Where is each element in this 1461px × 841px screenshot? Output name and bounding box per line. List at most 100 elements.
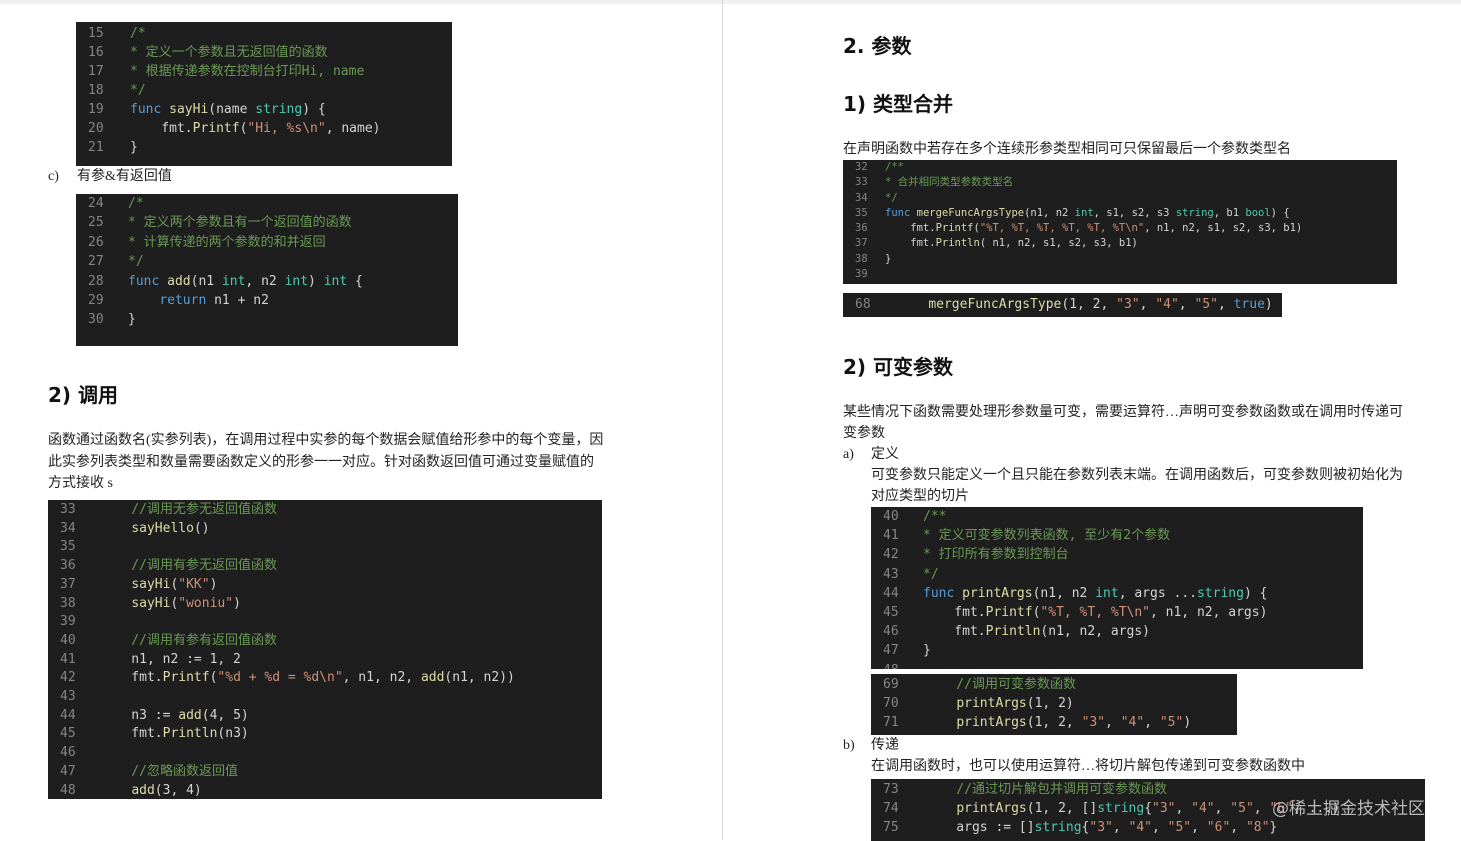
code-line: 28 func add(n1 int, n2 int) int { [76,272,458,291]
code-text: } [128,312,136,328]
code-line: 42 fmt.Printf("%d + %d = %d\n", n1, n2, … [48,669,602,688]
line-number: 28 [88,273,104,289]
list-item-a: a) 定义 [843,444,899,465]
line-number: 44 [60,707,76,723]
code-text: fmt.Println( n1, n2, s1, s2, s3, b1) [885,237,1138,250]
code-text: /* [130,26,146,41]
code-block-merge-call: 68 mergeFuncArgsType(1, 2, "3", "4", "5"… [843,293,1282,317]
line-number: 41 [60,651,76,667]
code-line: 44 n3 := add(4, 5) [48,707,602,726]
code-block-printargs-call: 69 //调用可变参数函数 70 printArgs(1, 2) 71 printA… [871,674,1237,735]
paragraph-merge: 在声明函数中若存在多个连续形参类型相同可只保留最后一个参数类型名 [843,142,1291,157]
code-line: 18 */ [76,81,452,100]
code-text: mergeFuncArgsType(1, 2, "3", "4", "5", t… [928,297,1273,312]
code-line: 27 */ [76,252,458,271]
line-number: 30 [88,312,104,328]
code-text: */ [128,254,144,270]
line-number: 40 [60,632,76,648]
code-line: 38 sayHi("woniu") [48,595,602,614]
list-label: 定义 [871,447,899,462]
paragraph-call: 函数通过函数名(实参列表)，在调用过程中实参的每个数据会赋值给形参中的每个变量，… [48,433,604,491]
code-line: 36 fmt.Printf("%T, %T, %T, %T, %T, %T\n"… [843,221,1397,236]
line-number: 24 [88,196,104,211]
code-line: 30} [76,310,458,329]
line-number: 42 [60,670,76,686]
code-line: 16 * 定义一个参数且无返回值的函数 [76,43,452,62]
line-number: 36 [855,222,868,235]
code-text: } [885,252,892,265]
line-number: 43 [883,566,899,582]
line-number: 35 [60,539,76,555]
code-text: * 定义一个参数且无返回值的函数 [130,45,328,60]
code-text: sayHi("woniu") [131,595,241,611]
code-line: 71 printArgs(1, 2, "3", "4", "5") [871,713,1237,732]
code-line: 47} [871,641,1363,660]
line-number: 27 [88,254,104,270]
line-number: 34 [855,191,868,204]
code-line: 33 * 合并相同类型参数类型名 [843,175,1397,190]
line-number: 48 [871,661,923,669]
line-number: 68 [855,297,871,312]
paragraph-variadic: 某些情况下函数需要处理形参数量可变，需要运算符…声明可变参数函数或在调用时传递可… [843,405,1403,441]
line-number: 35 [855,206,868,219]
code-text: //调用可变参数函数 [925,677,1076,692]
code-line: 37 sayHi("KK") [48,576,602,595]
code-line: 47 //忽略函数返回值 [48,763,602,782]
code-line: 46 fmt.Println(n1, n2, args) [871,622,1363,641]
code-text: func mergeFuncArgsType(n1, n2 int, s1, s… [885,206,1290,219]
code-text: fmt.Printf("%d + %d = %d\n", n1, n2, add… [100,670,515,686]
line-number: 40 [883,509,899,524]
top-bar [0,0,1461,4]
list-marker: a) [843,447,854,462]
code-line: 39 [843,267,1397,282]
line-number: 48 [60,782,76,798]
line-number: 18 [88,83,104,98]
code-line: 46 [48,744,602,763]
code-text: fmt.Println(n1, n2, args) [923,624,1150,640]
line-number: 26 [88,234,104,250]
paragraph-pass: 在调用函数时，也可以使用运算符…将切片解包传递到可变参数函数中 [871,759,1305,774]
code-line: 38} [843,252,1397,267]
code-text: */ [885,191,898,204]
code-line: 26 * 计算传递的两个参数的和并返回 [76,233,458,252]
code-line: 37 fmt.Println( n1, n2, s1, s2, s3, b1) [843,236,1397,251]
list-label: 传递 [871,738,899,753]
line-number: 39 [855,268,868,281]
code-text: } [923,643,931,659]
heading-call: 2) 调用 [48,383,119,407]
line-number: 43 [60,689,76,705]
line-number: 45 [883,605,899,621]
code-line: 34 */ [843,191,1397,206]
line-number: 20 [88,121,104,136]
code-block-merge: 32 /** 33 * 合并相同类型参数类型名 34 */ 35 func mergeFunc… [843,160,1397,284]
code-line: 34 sayHello() [48,520,602,539]
line-number: 46 [883,624,899,640]
code-line: 42 * 打印所有参数到控制台 [871,545,1363,564]
line-number: 45 [60,726,76,742]
code-line: 48 add(3, 4) [48,782,602,799]
line-number: 34 [60,520,76,536]
code-line: 41 n1, n2 := 1, 2 [48,651,602,670]
code-block-sayhi: 15 /* 16 * 定义一个参数且无返回值的函数 17 * 根据传递参数在控制台打印Hi… [76,22,452,166]
list-item-c: c) 有参&有返回值 [48,166,172,187]
code-text: fmt.Println(n3) [100,726,249,742]
line-number: 36 [60,558,76,574]
code-text: printArgs(1, 2, "3", "4", "5") [956,715,1192,731]
code-text: func sayHi(name string) { [130,102,326,117]
code-line: 43 */ [871,565,1363,584]
code-line: 35 func mergeFuncArgsType(n1, n2 int, s1,… [843,206,1397,221]
code-line: 25 * 定义两个参数且有一个返回值的函数 [76,213,458,232]
code-text: * 定义两个参数且有一个返回值的函数 [128,215,352,231]
line-number: 29 [88,293,104,309]
line-number: 47 [60,763,76,779]
code-text: n3 := add(4, 5) [100,707,249,723]
code-text: */ [923,566,939,582]
line-number: 17 [88,64,104,79]
list-marker: c) [48,169,59,184]
line-number: 46 [60,745,76,761]
list-marker: b) [843,738,855,753]
code-text: */ [130,83,146,98]
paragraph-define: 可变参数只能定义一个且只能在参数列表末端。在调用函数后，可变参数则被初始化为对应… [871,468,1403,504]
